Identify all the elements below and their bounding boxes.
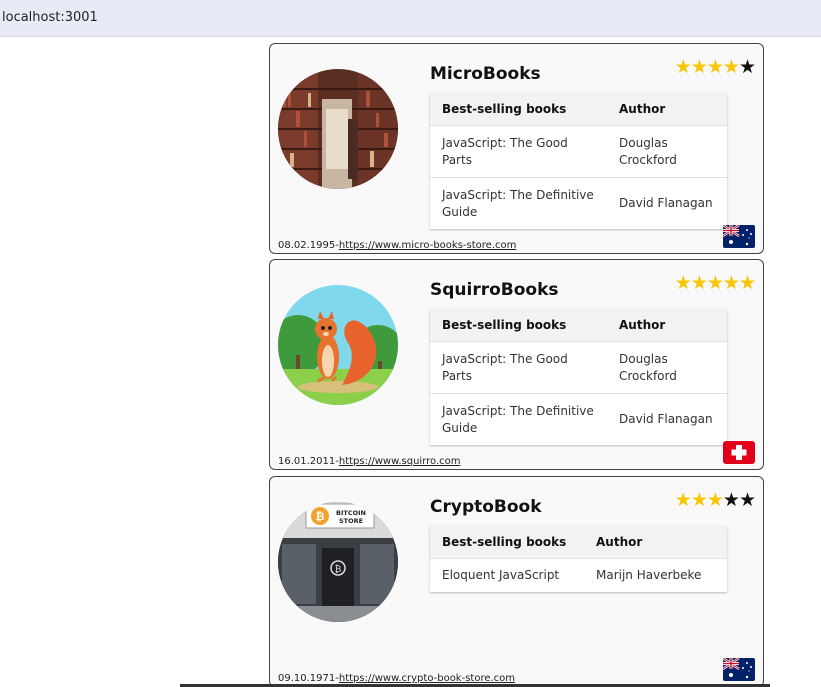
star-filled-icon: ★ [722, 56, 740, 78]
best-selling-books-table: Best-selling books Author JavaScript: Th… [430, 93, 727, 229]
founding-date: 08.02.1995 [278, 240, 336, 251]
store-website-link[interactable]: https://www.crypto-book-store.com [339, 673, 515, 684]
browser-address-bar[interactable]: localhost:3001 [0, 0, 821, 37]
table-row: Eloquent JavaScript Marijn Haverbeke [430, 558, 727, 592]
store-image-bookstore [278, 69, 398, 189]
star-filled-icon: ★ [706, 272, 724, 294]
table-row: JavaScript: The Definitive Guide David F… [430, 177, 727, 229]
founding-date: 09.10.1971 [278, 673, 336, 684]
sign-text-bitcoin: BITCOIN [336, 509, 366, 517]
best-selling-books-table: Best-selling books Author JavaScript: Th… [430, 309, 727, 445]
star-empty-icon: ★ [722, 489, 740, 511]
table-row: JavaScript: The Definitive Guide David F… [430, 393, 727, 445]
store-card-cryptobook: ₿ BITCOIN STORE ₿ CryptoBook ★★★★★ Best-… [269, 476, 764, 687]
star-filled-icon: ★ [722, 272, 740, 294]
table-header-row: Best-selling books Author [430, 93, 727, 126]
book-author: Marijn Haverbeke [584, 558, 727, 592]
book-title: Eloquent JavaScript [430, 558, 584, 592]
store-footer: 09.10.1971-https://www.crypto-book-store… [278, 673, 515, 684]
column-header-author: Author [607, 93, 727, 126]
book-title: JavaScript: The Good Parts [430, 341, 607, 394]
star-filled-icon: ★ [674, 272, 692, 294]
book-title: JavaScript: The Definitive Guide [430, 393, 607, 445]
table-header-row: Best-selling books Author [430, 309, 727, 342]
book-author: Douglas Crockford [607, 341, 727, 394]
australia-flag-icon [723, 225, 755, 248]
svg-text:₿: ₿ [335, 564, 342, 575]
book-title: JavaScript: The Good Parts [430, 125, 607, 178]
url-text[interactable]: localhost:3001 [2, 10, 98, 25]
rating-stars: ★★★★★ [674, 56, 756, 78]
store-card-microbooks: MicroBooks ★★★★★ Best-selling books Auth… [269, 43, 764, 254]
store-image-squirrel [278, 285, 398, 405]
star-filled-icon: ★ [674, 489, 692, 511]
book-author: David Flanagan [607, 393, 727, 445]
best-selling-books-table: Best-selling books Author Eloquent JavaS… [430, 526, 727, 592]
svg-text:STORE: STORE [339, 517, 363, 525]
table-row: JavaScript: The Good Parts Douglas Crock… [430, 341, 727, 394]
rating-stars: ★★★★★ [674, 272, 756, 294]
table-row: JavaScript: The Good Parts Douglas Crock… [430, 125, 727, 178]
star-filled-icon: ★ [690, 272, 708, 294]
switzerland-flag-icon [723, 441, 755, 464]
store-footer: 16.01.2011-https://www.squirro.com [278, 456, 461, 467]
book-author: David Flanagan [607, 177, 727, 229]
star-filled-icon: ★ [706, 56, 724, 78]
book-author: Douglas Crockford [607, 125, 727, 178]
star-filled-icon: ★ [706, 489, 724, 511]
star-empty-icon: ★ [738, 489, 756, 511]
store-footer: 08.02.1995-https://www.micro-books-store… [278, 240, 516, 251]
store-image-bitcoin-store: ₿ BITCOIN STORE ₿ [278, 502, 398, 622]
star-filled-icon: ★ [690, 56, 708, 78]
column-header-author: Author [607, 309, 727, 342]
column-header-author: Author [584, 526, 727, 559]
rating-stars: ★★★★★ [674, 489, 756, 511]
column-header-books: Best-selling books [430, 93, 607, 126]
column-header-books: Best-selling books [430, 309, 607, 342]
store-card-squirrobooks: SquirroBooks ★★★★★ Best-selling books Au… [269, 259, 764, 470]
star-filled-icon: ★ [690, 489, 708, 511]
australia-flag-icon [723, 658, 755, 681]
store-name: SquirroBooks [430, 280, 559, 300]
store-website-link[interactable]: https://www.squirro.com [339, 456, 461, 467]
store-name: MicroBooks [430, 64, 541, 84]
star-empty-icon: ★ [738, 56, 756, 78]
founding-date: 16.01.2011 [278, 456, 336, 467]
svg-text:₿: ₿ [316, 510, 325, 523]
star-filled-icon: ★ [738, 272, 756, 294]
table-header-row: Best-selling books Author [430, 526, 727, 559]
column-header-books: Best-selling books [430, 526, 584, 559]
store-name: CryptoBook [430, 497, 542, 517]
star-filled-icon: ★ [674, 56, 692, 78]
book-title: JavaScript: The Definitive Guide [430, 177, 607, 229]
store-website-link[interactable]: https://www.micro-books-store.com [339, 240, 517, 251]
